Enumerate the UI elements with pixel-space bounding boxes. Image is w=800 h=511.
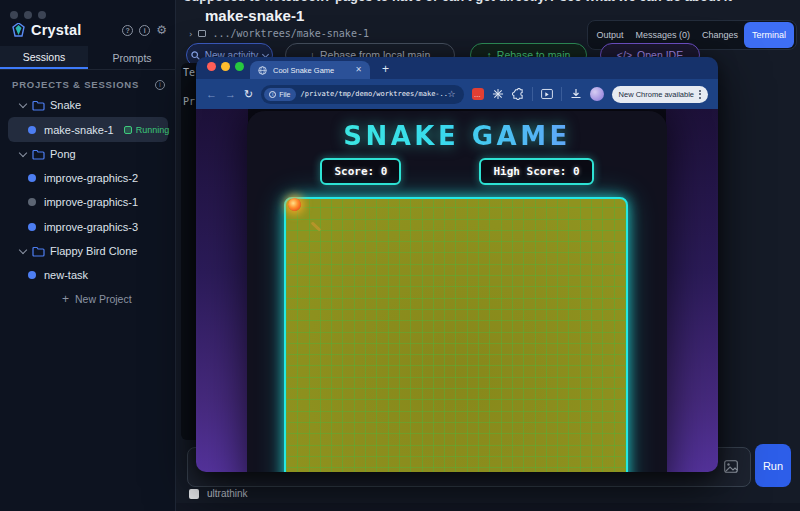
folder-icon bbox=[32, 100, 45, 111]
tab-sessions[interactable]: Sessions bbox=[0, 46, 88, 69]
browser-tab[interactable]: Cool Snake Game ✕ bbox=[250, 61, 370, 79]
address-bar[interactable]: i File /private/tmp/demo/worktrees/make-… bbox=[261, 85, 463, 104]
page-info-icon: i bbox=[269, 91, 276, 98]
tab-prompts[interactable]: Prompts bbox=[88, 46, 176, 69]
snake-trail bbox=[311, 221, 322, 231]
settings-gear-icon[interactable]: ⚙ bbox=[156, 24, 167, 36]
game-board[interactable] bbox=[284, 197, 628, 472]
run-button[interactable]: Run bbox=[755, 444, 791, 487]
tab-capture-icon[interactable] bbox=[541, 88, 553, 100]
crystal-logo-icon bbox=[12, 23, 25, 38]
new-project-button[interactable]: + New Project bbox=[62, 292, 132, 306]
tab-messages[interactable]: Messages (0) bbox=[629, 30, 696, 40]
tree-folder-pong[interactable]: Pong bbox=[0, 142, 176, 166]
globe-icon bbox=[258, 66, 267, 75]
toolbar-divider bbox=[561, 87, 562, 101]
tree-session-improve-graphics-3[interactable]: improve-graphics-3 bbox=[0, 215, 176, 239]
search-icon bbox=[191, 51, 200, 60]
tab-changes[interactable]: Changes bbox=[696, 30, 744, 40]
tree-session-new-task[interactable]: new-task bbox=[0, 263, 176, 287]
chevron-down-icon[interactable] bbox=[19, 99, 27, 107]
bookmark-star-icon[interactable]: ☆ bbox=[447, 89, 455, 99]
session-status-dot bbox=[28, 126, 36, 134]
game-panel: SNAKE GAME Score: 0 High Score: 0 bbox=[247, 111, 667, 472]
extensions-puzzle-icon[interactable] bbox=[512, 88, 524, 100]
session-status-dot bbox=[28, 174, 36, 182]
folder-icon bbox=[32, 149, 45, 160]
tree-folder-flappy-bird-clone[interactable]: Flappy Bird Clone bbox=[0, 239, 176, 263]
ultrathink-checkbox[interactable] bbox=[189, 489, 199, 499]
game-title: SNAKE GAME bbox=[247, 121, 667, 151]
tree-session-make-snake-1[interactable]: make-snake-1 Running bbox=[0, 117, 176, 142]
browser-tabstrip: Cool Snake Game ✕ + bbox=[196, 57, 718, 79]
tree-session-improve-graphics-1[interactable]: improve-graphics-1 bbox=[0, 190, 176, 214]
running-badge-icon bbox=[124, 126, 132, 134]
download-icon[interactable] bbox=[570, 88, 582, 100]
session-status-dot bbox=[28, 223, 36, 231]
tree-folder-snake[interactable]: Snake bbox=[0, 93, 176, 117]
folder-icon bbox=[32, 246, 45, 257]
window-zoom-dot[interactable] bbox=[38, 11, 46, 19]
terminal-line: Pr bbox=[183, 96, 195, 107]
tab-output[interactable]: Output bbox=[590, 30, 629, 40]
high-score-box: High Score: 0 bbox=[479, 158, 593, 185]
back-icon[interactable]: ← bbox=[206, 89, 217, 100]
adblock-extension-icon[interactable]: … bbox=[472, 88, 484, 100]
toolbar-divider bbox=[532, 87, 533, 101]
browser-window-controls[interactable] bbox=[207, 62, 244, 71]
chevron-down-icon[interactable] bbox=[19, 148, 27, 156]
plus-icon: + bbox=[62, 292, 69, 306]
chevron-down-icon[interactable] bbox=[19, 245, 27, 253]
tree-session-improve-graphics-2[interactable]: improve-graphics-2 bbox=[0, 166, 176, 190]
apple-food bbox=[288, 198, 301, 211]
page-bg-right bbox=[666, 109, 718, 472]
footer-band bbox=[176, 503, 800, 511]
chrome-update-button[interactable]: New Chrome available bbox=[612, 86, 708, 103]
sidebar-tabs: Sessions Prompts bbox=[0, 46, 176, 70]
app-window: Crystal ? i ⚙ Sessions Prompts PROJECTS … bbox=[0, 0, 800, 511]
breadcrumb-chevron-icon: › bbox=[188, 29, 193, 39]
help-icon[interactable]: ? bbox=[122, 25, 133, 36]
running-badge: Running bbox=[124, 125, 170, 135]
terminal-line: Te bbox=[183, 67, 195, 78]
snowflake-extension-icon[interactable] bbox=[492, 88, 504, 100]
window-close-dot[interactable] bbox=[10, 11, 18, 19]
tab-close-icon[interactable]: ✕ bbox=[355, 66, 362, 74]
browser-toolbar: ← → ↻ i File /private/tmp/demo/worktrees… bbox=[196, 79, 718, 109]
new-tab-button[interactable]: + bbox=[382, 62, 389, 76]
ultrathink-label: ultrathink bbox=[207, 488, 248, 499]
clipped-prompt-text: supposed to notebook? pages to have or c… bbox=[184, 0, 732, 4]
close-traffic-light[interactable] bbox=[207, 62, 216, 71]
url-text[interactable]: /private/tmp/demo/worktrees/make-... bbox=[296, 90, 448, 98]
window-minimize-dot[interactable] bbox=[24, 11, 32, 19]
window-controls[interactable] bbox=[10, 11, 46, 19]
page-bg-left bbox=[196, 109, 248, 472]
score-box: Score: 0 bbox=[320, 158, 401, 185]
session-status-dot bbox=[28, 198, 36, 206]
ultrathink-toggle: ultrathink bbox=[189, 488, 248, 499]
worktree-folder-icon bbox=[198, 30, 206, 37]
app-title: Crystal bbox=[31, 22, 82, 38]
section-info-icon[interactable]: i bbox=[155, 80, 165, 90]
kebab-menu-icon[interactable] bbox=[699, 90, 701, 99]
reload-icon[interactable]: ↻ bbox=[244, 89, 253, 100]
fullscreen-traffic-light[interactable] bbox=[235, 62, 244, 71]
sidebar: Crystal ? i ⚙ Sessions Prompts PROJECTS … bbox=[0, 0, 176, 511]
forward-icon[interactable]: → bbox=[225, 89, 236, 100]
browser-tab-title: Cool Snake Game bbox=[273, 66, 355, 75]
chrome-browser-window: Cool Snake Game ✕ + ← → ↻ i File /privat… bbox=[196, 57, 718, 472]
session-title: make-snake-1 bbox=[205, 7, 304, 24]
minimize-traffic-light[interactable] bbox=[221, 62, 230, 71]
profile-avatar[interactable] bbox=[590, 87, 604, 101]
session-status-dot bbox=[28, 271, 36, 279]
info-icon[interactable]: i bbox=[139, 25, 150, 36]
projects-section-header: PROJECTS & SESSIONS bbox=[12, 79, 139, 90]
file-scheme-chip[interactable]: i File bbox=[264, 88, 295, 101]
attach-image-icon[interactable] bbox=[724, 460, 738, 473]
new-project-row: + New Project bbox=[0, 287, 176, 311]
worktree-breadcrumb[interactable]: › .../worktrees/make-snake-1 bbox=[188, 28, 369, 39]
browser-viewport: SNAKE GAME Score: 0 High Score: 0 bbox=[196, 109, 718, 472]
